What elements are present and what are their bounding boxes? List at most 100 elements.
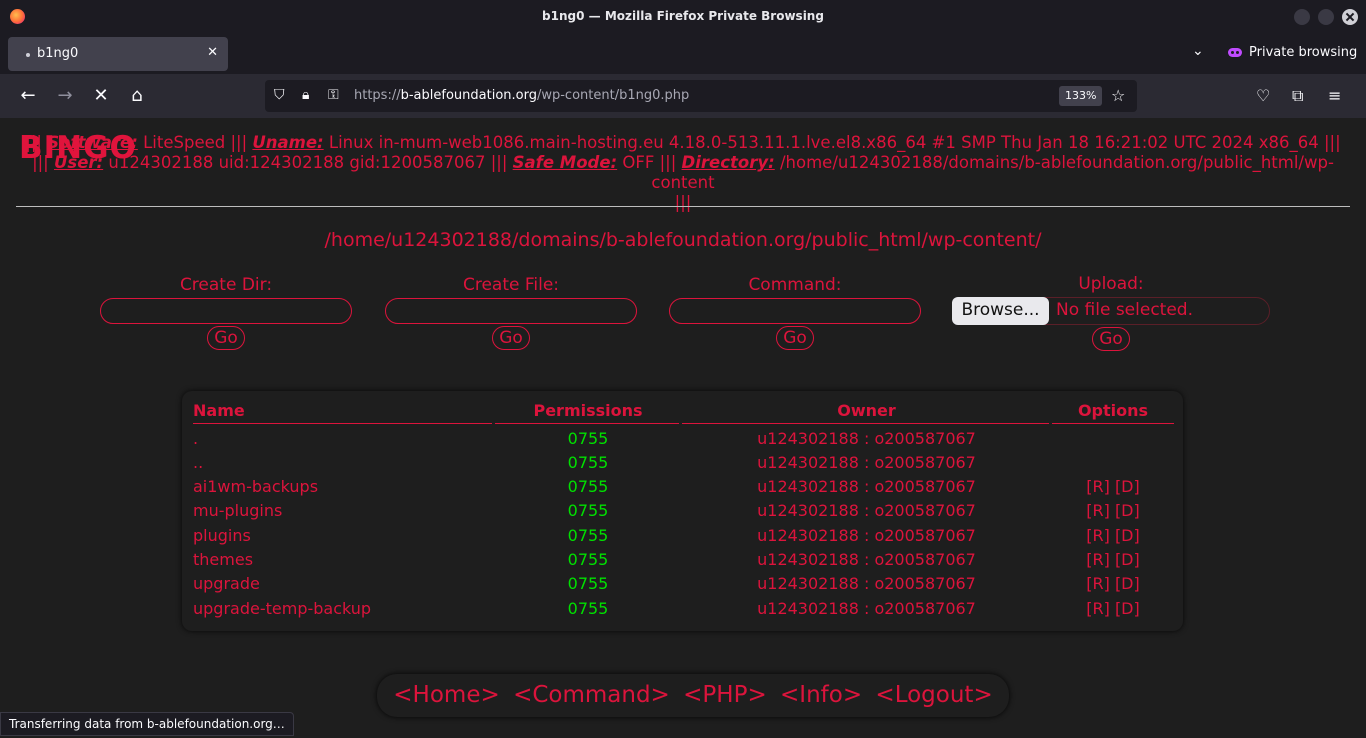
upload-file-input[interactable]: Browse... No file selected.: [952, 297, 1270, 325]
status-bar: Transferring data from b-ablefoundation.…: [0, 712, 294, 736]
create-dir-input[interactable]: [100, 298, 352, 324]
tab-close-icon[interactable]: ✕: [207, 45, 218, 60]
file-name-link[interactable]: upgrade-temp-backup: [193, 599, 371, 618]
tab-label: b1ng0: [37, 46, 79, 61]
back-arrow-icon[interactable]: ←: [16, 84, 40, 108]
create-dir-go-button[interactable]: Go: [207, 326, 245, 350]
tab-b1ng0[interactable]: b1ng0 ✕: [8, 37, 228, 71]
command-input[interactable]: [669, 298, 921, 324]
navigation-toolbar: ← → ✕ ⌂ ⛉ 🔒︎ ⚿ https://b-ablefoundation.…: [0, 74, 1366, 118]
tracking-shield-icon[interactable]: ⛉: [274, 87, 285, 103]
menu-php-link[interactable]: <PHP>: [683, 682, 767, 708]
upload-go-button[interactable]: Go: [1092, 327, 1130, 351]
page-content: BINGO ||| Software: LiteSpeed ||| Uname:…: [0, 118, 1366, 738]
maximize-button[interactable]: [1318, 9, 1334, 25]
menu-home-link[interactable]: <Home>: [393, 682, 499, 708]
owner-value: u124302188 : o200587067: [757, 526, 976, 545]
header-underline: [1052, 423, 1174, 424]
file-name-link[interactable]: plugins: [193, 526, 251, 545]
menu-info-link[interactable]: <Info>: [780, 682, 862, 708]
permissions-value: 0755: [567, 574, 609, 593]
url-text[interactable]: https://b-ablefoundation.org/wp-content/…: [354, 88, 689, 103]
window-title: b1ng0 — Mozilla Firefox Private Browsing: [542, 9, 824, 23]
menu-logout-link[interactable]: <Logout>: [875, 682, 992, 708]
permissions-value: 0755: [567, 453, 609, 472]
table-row: themes 0755 u124302188 : o200587067 [R] …: [182, 550, 1183, 574]
menu-command-link[interactable]: <Command>: [513, 682, 670, 708]
table-row: mu-plugins 0755 u124302188 : o200587067 …: [182, 501, 1183, 525]
current-path: /home/u124302188/domains/b-ablefoundatio…: [324, 229, 1042, 251]
create-file-form: Create File: Go: [385, 275, 637, 350]
url-bar[interactable]: ⛉ 🔒︎ ⚿ https://b-ablefoundation.org/wp-c…: [265, 80, 1137, 112]
table-row: upgrade 0755 u124302188 : o200587067 [R]…: [182, 574, 1183, 598]
tab-bar: b1ng0 ✕ ⌄ Private browsing: [0, 33, 1366, 74]
table-row: . 0755 u124302188 : o200587067: [182, 429, 1183, 453]
owner-value: u124302188 : o200587067: [757, 477, 976, 496]
bottom-menu: <Home> <Command> <PHP> <Info> <Logout>: [377, 674, 1009, 717]
owner-value: u124302188 : o200587067: [757, 429, 976, 448]
file-name-link[interactable]: ..: [193, 453, 203, 472]
owner-value: u124302188 : o200587067: [757, 599, 976, 618]
create-file-input[interactable]: [385, 298, 637, 324]
command-form: Command: Go: [669, 275, 921, 350]
home-icon[interactable]: ⌂: [125, 84, 149, 108]
minimize-button[interactable]: [1294, 9, 1310, 25]
stop-loading-icon[interactable]: ✕: [89, 84, 113, 108]
table-row: plugins 0755 u124302188 : o200587067 [R]…: [182, 526, 1183, 550]
header-underline: [682, 423, 1049, 424]
table-row: upgrade-temp-backup 0755 u124302188 : o2…: [182, 599, 1183, 623]
title-bar: b1ng0 — Mozilla Firefox Private Browsing: [0, 0, 1366, 33]
create-file-go-button[interactable]: Go: [492, 326, 530, 350]
owner-value: u124302188 : o200587067: [757, 501, 976, 520]
create-dir-form: Create Dir: Go: [100, 275, 352, 350]
file-name-link[interactable]: upgrade: [193, 574, 260, 593]
bingo-logo: BINGO: [19, 130, 137, 166]
command-go-button[interactable]: Go: [776, 326, 814, 350]
system-info: ||| Software: LiteSpeed ||| Uname: Linux…: [25, 133, 1341, 212]
permissions-value: 0755: [567, 429, 609, 448]
pocket-icon[interactable]: ♡: [1256, 86, 1270, 105]
bookmark-star-icon[interactable]: ☆: [1111, 86, 1125, 105]
options-links[interactable]: [R] [D]: [1052, 599, 1174, 618]
options-links[interactable]: [R] [D]: [1052, 574, 1174, 593]
header-name: Name: [193, 401, 245, 420]
browse-button[interactable]: Browse...: [952, 297, 1049, 325]
lock-icon[interactable]: 🔒︎: [302, 87, 309, 103]
file-name-link[interactable]: .: [193, 429, 198, 448]
app-menu-icon[interactable]: ≡: [1328, 86, 1341, 105]
header-options: Options: [1077, 401, 1149, 420]
extensions-icon[interactable]: ⧉: [1292, 86, 1303, 106]
header-underline: [495, 423, 679, 424]
command-label: Command:: [748, 275, 842, 295]
options-links[interactable]: [R] [D]: [1052, 477, 1174, 496]
close-window-button[interactable]: [1342, 9, 1358, 25]
table-row: .. 0755 u124302188 : o200587067: [182, 453, 1183, 477]
table-row: ai1wm-backups 0755 u124302188 : o2005870…: [182, 477, 1183, 501]
file-name-link[interactable]: ai1wm-backups: [193, 477, 318, 496]
upload-label: Upload:: [1078, 274, 1144, 294]
forward-arrow-icon[interactable]: →: [53, 84, 77, 108]
permissions-value: 0755: [567, 550, 609, 569]
create-file-label: Create File:: [462, 275, 560, 295]
permissions-value: 0755: [567, 599, 609, 618]
upload-form: Upload: Browse... No file selected. Go: [952, 274, 1270, 351]
owner-value: u124302188 : o200587067: [757, 453, 976, 472]
header-owner: Owner: [837, 401, 896, 420]
private-mask-icon: [1228, 48, 1242, 57]
loading-dot-icon: [26, 53, 30, 57]
list-all-tabs-chevron-icon[interactable]: ⌄: [1192, 43, 1204, 59]
no-file-text: No file selected.: [1056, 300, 1193, 320]
owner-value: u124302188 : o200587067: [757, 574, 976, 593]
file-name-link[interactable]: themes: [193, 550, 253, 569]
file-table: Name Permissions Owner Options . 0755 u1…: [182, 391, 1183, 631]
options-links[interactable]: [R] [D]: [1052, 526, 1174, 545]
options-links[interactable]: [R] [D]: [1052, 501, 1174, 520]
private-browsing-label: Private browsing: [1249, 45, 1358, 60]
options-links[interactable]: [R] [D]: [1052, 550, 1174, 569]
header-permissions: Permissions: [533, 401, 643, 420]
zoom-level-badge[interactable]: 133%: [1059, 86, 1103, 106]
permissions-value: 0755: [567, 477, 609, 496]
file-name-link[interactable]: mu-plugins: [193, 501, 282, 520]
key-icon[interactable]: ⚿: [328, 87, 339, 103]
private-browsing-indicator: Private browsing: [1228, 45, 1357, 60]
